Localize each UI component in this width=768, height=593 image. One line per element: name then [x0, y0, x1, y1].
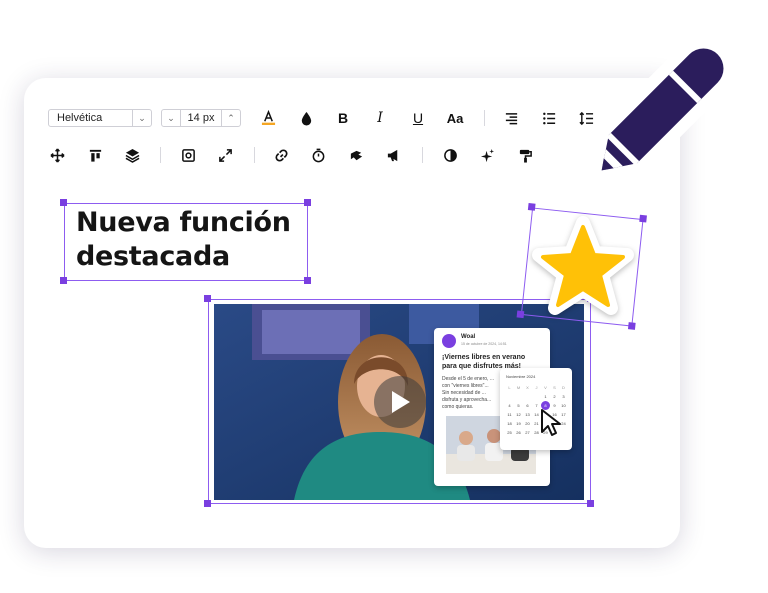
resize-handle[interactable] — [304, 277, 311, 284]
calendar-day[interactable]: 3 — [559, 392, 568, 401]
bold-icon[interactable]: B — [333, 108, 353, 128]
italic-icon[interactable]: I — [370, 108, 390, 128]
layers-icon[interactable] — [122, 145, 142, 165]
calendar-day[interactable]: 19 — [514, 419, 523, 428]
calendar-month: Noviembre 2024 — [506, 374, 536, 379]
font-size-value: 14 px — [187, 112, 215, 124]
calendar-day[interactable]: 25 — [505, 428, 514, 437]
chevron-down-icon: ⌄ — [132, 110, 151, 126]
font-family-value: Helvética — [57, 112, 103, 124]
expand-icon[interactable] — [215, 145, 235, 165]
headline-text[interactable]: Nueva función destacada — [76, 206, 291, 274]
toolbar-divider — [160, 147, 161, 163]
resize-handle[interactable] — [639, 214, 647, 223]
calendar-day[interactable]: 26 — [514, 428, 523, 437]
headline-line-1: Nueva función — [76, 207, 291, 238]
calendar-day[interactable]: 1 — [541, 392, 550, 401]
post-body: Desde el 5 de enero, ... con "viernes li… — [442, 376, 500, 411]
calendar-weekday: D — [562, 385, 565, 390]
text-case-icon[interactable]: Aa — [445, 108, 465, 128]
post-date: 15 de octubre de 2024, 14:51 — [461, 342, 507, 346]
post-body-line: disfruta y aprovecha... — [442, 397, 492, 403]
star-icon — [532, 216, 634, 315]
move-icon[interactable] — [47, 145, 67, 165]
resize-handle[interactable] — [587, 500, 594, 507]
sparkle-icon[interactable] — [477, 145, 497, 165]
post-title-line-1: ¡Viernes libres en verano — [442, 354, 526, 361]
timer-icon[interactable] — [308, 145, 328, 165]
avatar — [442, 334, 456, 348]
toolbar-divider — [254, 147, 255, 163]
calendar-weekday: J — [535, 385, 538, 390]
calendar-day[interactable]: 12 — [514, 410, 523, 419]
resize-handle[interactable] — [204, 500, 211, 507]
calendar-day — [532, 392, 541, 401]
resize-handle[interactable] — [304, 199, 311, 206]
calendar-day[interactable]: 2 — [550, 392, 559, 401]
chevron-up-icon[interactable]: ⌃ — [221, 110, 240, 126]
calendar-day[interactable]: 27 — [523, 428, 532, 437]
calendar-day[interactable]: 5 — [514, 401, 523, 410]
font-family-select[interactable]: Helvética ⌄ — [48, 109, 152, 127]
calendar-weekday: V — [544, 385, 547, 390]
calendar-weekday: X — [526, 385, 529, 390]
calendar-day — [523, 392, 532, 401]
calendar-day[interactable]: 13 — [523, 410, 532, 419]
calendar-weekday: S — [553, 385, 556, 390]
contrast-icon[interactable] — [440, 145, 460, 165]
announce-icon[interactable] — [383, 145, 403, 165]
post-body-line: con "viernes libres"... — [442, 383, 489, 389]
resize-handle[interactable] — [627, 322, 636, 330]
cursor-icon — [541, 409, 561, 436]
resize-handle[interactable] — [204, 295, 211, 302]
post-body-line: como quieras. — [442, 404, 474, 410]
calendar-weekday: L — [508, 385, 511, 390]
paint-roller-icon[interactable] — [515, 145, 535, 165]
toolbar-divider — [422, 147, 423, 163]
chevron-down-icon[interactable]: ⌄ — [162, 110, 181, 126]
play-icon — [392, 391, 410, 413]
font-size-stepper[interactable]: ⌄ 14 px ⌃ — [161, 109, 241, 127]
bullet-list-icon[interactable] — [539, 108, 559, 128]
video-player[interactable]: Woal 15 de octubre de 2024, 14:51 ¡Viern… — [214, 304, 584, 500]
resize-handle[interactable] — [516, 310, 525, 319]
calendar-day[interactable]: 6 — [523, 401, 532, 410]
post-author: Woal — [461, 334, 476, 340]
calendar-day[interactable]: 18 — [505, 419, 514, 428]
calendar-day — [505, 392, 514, 401]
frame-icon[interactable] — [178, 145, 198, 165]
fill-color-icon[interactable] — [296, 108, 316, 128]
resize-handle[interactable] — [60, 199, 67, 206]
underline-icon[interactable]: U — [408, 108, 428, 128]
post-body-line: Desde el 5 de enero, ... — [442, 376, 494, 382]
calendar-day[interactable]: 20 — [523, 419, 532, 428]
calendar-day[interactable]: 11 — [505, 410, 514, 419]
calendar-day — [514, 392, 523, 401]
headline-line-2: destacada — [76, 241, 230, 272]
toolbar-divider — [484, 110, 485, 126]
resize-handle[interactable] — [60, 277, 67, 284]
post-body-line: Sin necesidad de ... — [442, 390, 486, 396]
align-right-icon[interactable] — [501, 108, 521, 128]
calendar-weekday: M — [516, 385, 521, 390]
link-icon[interactable] — [271, 145, 291, 165]
calendar-day[interactable]: 4 — [505, 401, 514, 410]
text-color-icon[interactable] — [258, 107, 278, 127]
resize-handle[interactable] — [527, 203, 536, 211]
play-button[interactable] — [374, 376, 426, 428]
align-top-icon[interactable] — [85, 145, 105, 165]
animation-icon[interactable] — [346, 145, 366, 165]
pencil-icon — [592, 33, 739, 180]
